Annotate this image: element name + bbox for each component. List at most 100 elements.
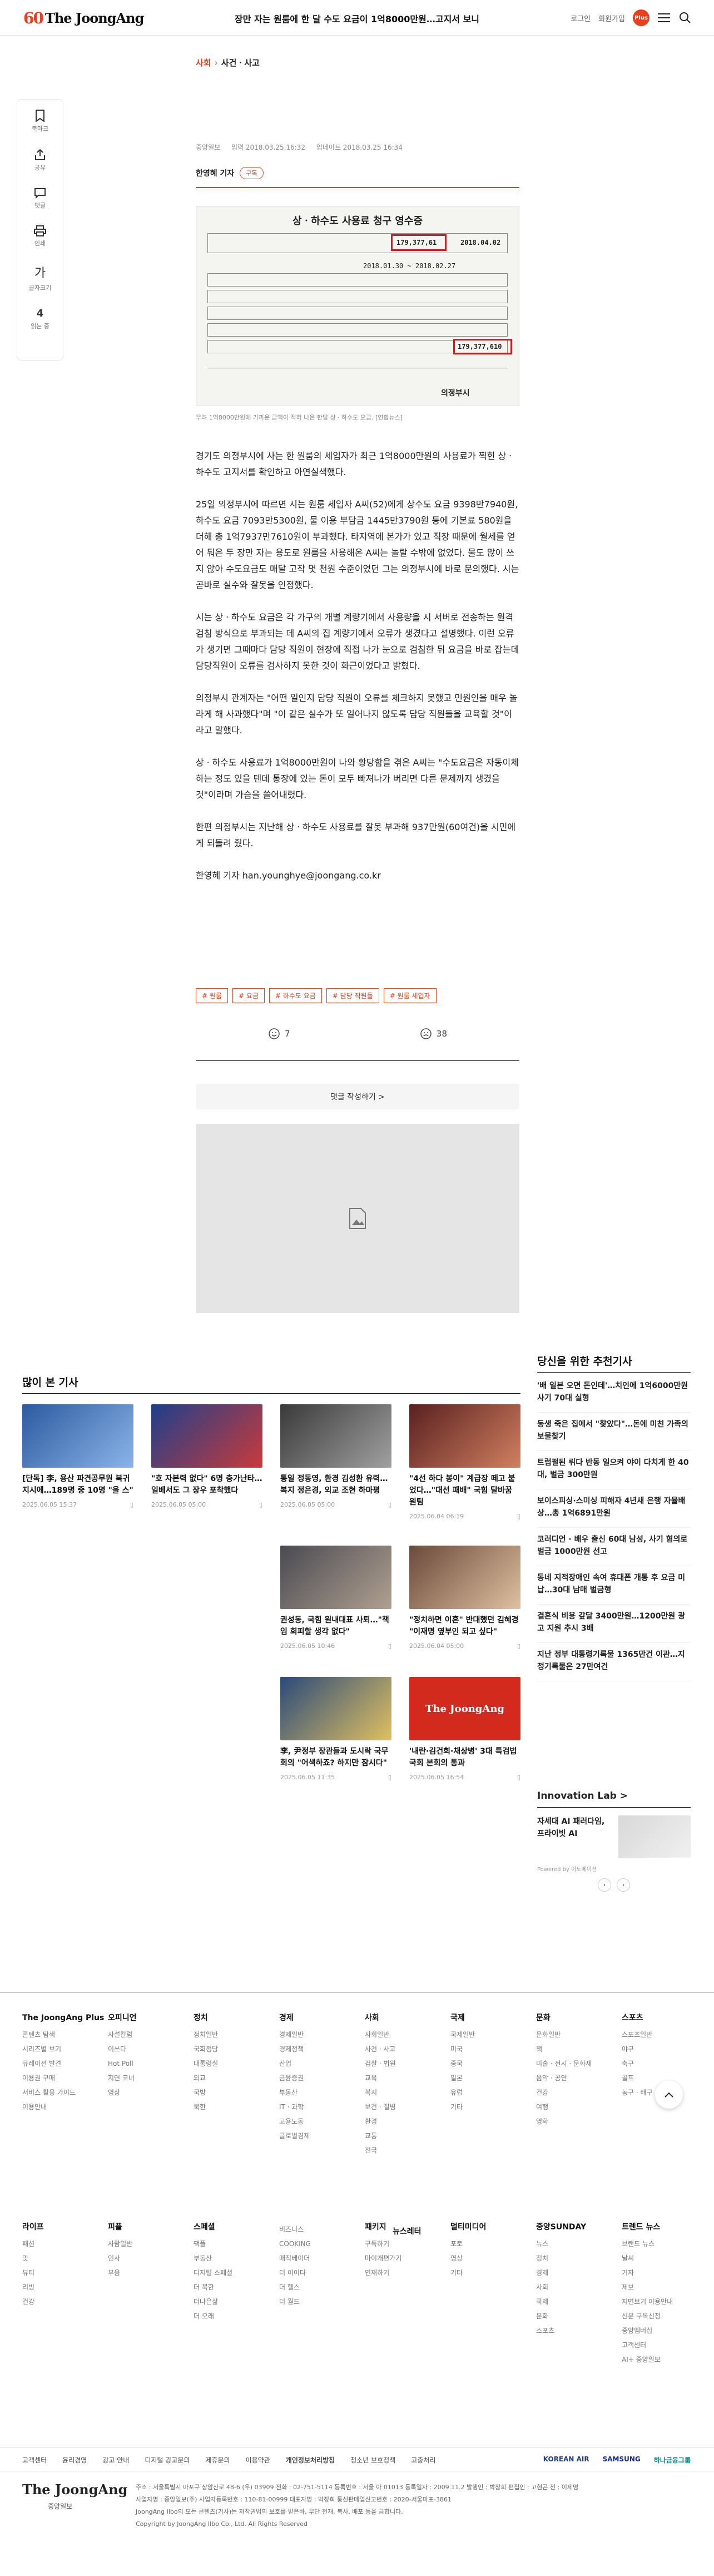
print-button[interactable]: 인쇄 <box>34 225 46 248</box>
footer-column-head[interactable]: 피플 <box>108 2220 132 2234</box>
footer-bar-link[interactable]: 고객센터 <box>22 2455 47 2465</box>
menu-icon[interactable] <box>657 11 671 24</box>
footer-column-head[interactable]: 스페셜 <box>194 2220 232 2234</box>
bookmark-icon[interactable]: ▯ <box>388 1642 391 1650</box>
footer-link[interactable]: 부음 <box>108 2266 132 2280</box>
most-viewed-item[interactable]: "4선 하다 봉이" 계급장 떼고 붙었다…"대선 패배" 국힘 탈바꿈 원팀 … <box>409 1404 520 1520</box>
footer-link[interactable]: 외교 <box>194 2071 218 2085</box>
bookmark-icon[interactable]: ▯ <box>259 1501 262 1508</box>
footer-link[interactable]: 경제정책 <box>279 2042 310 2056</box>
footer-link[interactable]: 브랜드 뉴스 <box>622 2237 673 2251</box>
signup-link[interactable]: 회원가입 <box>598 13 625 23</box>
most-viewed-item[interactable]: 李, 尹정부 장관들과 도시락 국무회의 "어색하죠? 하지만 잠시다" 202… <box>280 1677 391 1781</box>
footer-link[interactable]: 더 북한 <box>194 2280 232 2294</box>
footer-link[interactable]: 야구 <box>622 2042 653 2056</box>
footer-link[interactable]: 정치일반 <box>194 2027 218 2042</box>
footer-link[interactable]: 마이개편가기 <box>365 2251 401 2266</box>
innovation-text[interactable]: 자세대 AI 패러다임, 프라이빗 AI <box>537 1815 612 1858</box>
footer-link[interactable]: 국방 <box>194 2085 218 2100</box>
footer-link[interactable]: 이용권 구매 <box>22 2071 104 2085</box>
footer-link[interactable]: 뷰티 <box>22 2266 44 2280</box>
footer-bar-link[interactable]: 고충처리 <box>411 2455 435 2465</box>
footer-link[interactable]: 영상 <box>450 2251 486 2266</box>
footer-link[interactable]: 산업 <box>279 2056 310 2071</box>
footer-link[interactable]: 국회정당 <box>194 2042 218 2056</box>
footer-link[interactable]: 스포츠일반 <box>622 2027 653 2042</box>
footer-link[interactable]: 고객센터 <box>622 2338 673 2352</box>
footer-link[interactable]: 영상 <box>108 2085 137 2100</box>
footer-link[interactable]: 환경 <box>365 2114 396 2129</box>
footer-link[interactable]: AI+ 중앙일보 <box>622 2352 673 2367</box>
footer-link[interactable]: 사람일반 <box>108 2237 132 2251</box>
footer-link[interactable]: 더나은삶 <box>194 2294 232 2309</box>
share-button[interactable]: 공유 <box>34 149 46 172</box>
footer-link[interactable]: 사회일반 <box>365 2027 396 2042</box>
footer-link[interactable]: 지면보기 이용안내 <box>622 2294 673 2309</box>
footer-link[interactable]: 기타 <box>450 2100 475 2114</box>
bookmark-icon[interactable]: ▯ <box>388 1774 391 1781</box>
footer-link[interactable]: 사설칼럼 <box>108 2027 137 2042</box>
footer-bar-link[interactable]: 이용약관 <box>246 2455 270 2465</box>
recommended-item[interactable]: 지난 정부 대통령기록물 1365만건 이관…지정기록물은 27만여건 <box>537 1643 691 1681</box>
write-comment-button[interactable]: 댓글 작성하기 > <box>196 1084 519 1109</box>
footer-column-head[interactable]: 문화 <box>536 2011 592 2025</box>
tag-item[interactable]: # 담당 직원들 <box>326 988 379 1003</box>
bookmark-icon[interactable]: ▯ <box>388 1501 391 1508</box>
recommended-item[interactable]: 보이스피싱·스미싱 피해자 4년새 은행 자율배상…총 1억6891만원 <box>537 1489 691 1528</box>
brand-logo[interactable]: KOREAN AIR <box>543 2455 589 2465</box>
tag-item[interactable]: # 원룸 세입자 <box>383 988 437 1003</box>
footer-link[interactable]: COOKING <box>279 2237 311 2251</box>
breadcrumb-subsection[interactable]: 사건ㆍ사고 <box>221 58 260 68</box>
footer-link[interactable]: 영화 <box>536 2114 592 2129</box>
subscribe-button[interactable]: 구독 <box>240 167 264 179</box>
footer-link[interactable]: 국제일반 <box>450 2027 475 2042</box>
footer-column-head[interactable]: 경제 <box>279 2011 310 2025</box>
reporter-name[interactable]: 한영혜 기자 <box>196 167 234 179</box>
most-viewed-item[interactable]: 권성동, 국힘 원내대표 사퇴…"책임 회피할 생각 없다" 2025.06.0… <box>280 1546 391 1650</box>
footer-link[interactable]: 제보 <box>622 2280 673 2294</box>
footer-link[interactable]: 여행 <box>536 2100 592 2114</box>
footer-bar-link[interactable]: 제휴문의 <box>205 2455 230 2465</box>
footer-link[interactable]: 리빙 <box>22 2280 44 2294</box>
footer-link[interactable]: 건강 <box>22 2294 44 2309</box>
footer-link[interactable]: 날씨 <box>622 2251 673 2266</box>
footer-column-head[interactable]: 멀티미디어 <box>450 2220 486 2234</box>
footer-link[interactable]: 팩플 <box>194 2237 232 2251</box>
footer-link[interactable]: 이용안내 <box>22 2100 104 2114</box>
footer-link[interactable]: 콘텐츠 탐색 <box>22 2027 104 2042</box>
footer-link[interactable]: 경제 <box>536 2266 586 2280</box>
footer-link[interactable]: 부동산 <box>279 2085 310 2100</box>
footer-link[interactable]: 미술 · 전시 · 문화재 <box>536 2056 592 2071</box>
footer-link[interactable]: 서비스 활용 가이드 <box>22 2085 104 2100</box>
footer-link[interactable]: 시리즈별 보기 <box>22 2042 104 2056</box>
next-icon[interactable]: › <box>617 1878 630 1892</box>
prev-icon[interactable]: ‹ <box>598 1878 611 1892</box>
footer-link[interactable]: 금융증권 <box>279 2071 310 2085</box>
footer-link[interactable]: 전국 <box>365 2143 396 2158</box>
breadcrumb-section[interactable]: 사회 <box>196 58 211 68</box>
footer-link[interactable]: 더 오래 <box>194 2309 232 2323</box>
footer-column-head[interactable]: 스포츠 <box>622 2011 653 2025</box>
footer-link[interactable]: 신문 구독신청 <box>622 2309 673 2323</box>
footer-link[interactable]: 뉴스 <box>536 2237 586 2251</box>
footer-link[interactable]: 건강 <box>536 2085 592 2100</box>
footer-link[interactable]: 고용노동 <box>279 2114 310 2129</box>
footer-link[interactable]: 큐레이션 발견 <box>22 2056 104 2071</box>
footer-link[interactable]: 대통령실 <box>194 2056 218 2071</box>
footer-bar-link[interactable]: 디지털 광고문의 <box>145 2455 190 2465</box>
footer-link[interactable]: 맛 <box>22 2251 44 2266</box>
footer-link[interactable]: 연재하기 <box>365 2266 401 2280</box>
bookmark-icon[interactable]: ▯ <box>130 1501 133 1508</box>
recommended-item[interactable]: 결혼식 비용 갚달 3400만원…1200만원 광고 지원 추시 3배 <box>537 1605 691 1643</box>
footer-link[interactable]: 더 월드 <box>279 2294 311 2309</box>
footer-column-head[interactable]: 라이프 <box>22 2220 44 2234</box>
footer-column-head[interactable]: 중앙SUNDAY <box>536 2220 586 2234</box>
footer-logo[interactable]: The JoongAng <box>22 2481 127 2498</box>
footer-link[interactable]: 부동산 <box>194 2251 232 2266</box>
footer-bar-link[interactable]: 광고 안내 <box>102 2455 129 2465</box>
footer-link[interactable]: 스포츠 <box>536 2323 586 2338</box>
footer-link[interactable]: 농구 · 배구 <box>622 2085 653 2100</box>
recommended-item[interactable]: 동생 죽은 집에서 "찾았다"…돈에 미친 가족의 보물찾기 <box>537 1413 691 1451</box>
footer-link[interactable]: IT · 과학 <box>279 2100 310 2114</box>
scroll-top-button[interactable] <box>655 2081 683 2109</box>
